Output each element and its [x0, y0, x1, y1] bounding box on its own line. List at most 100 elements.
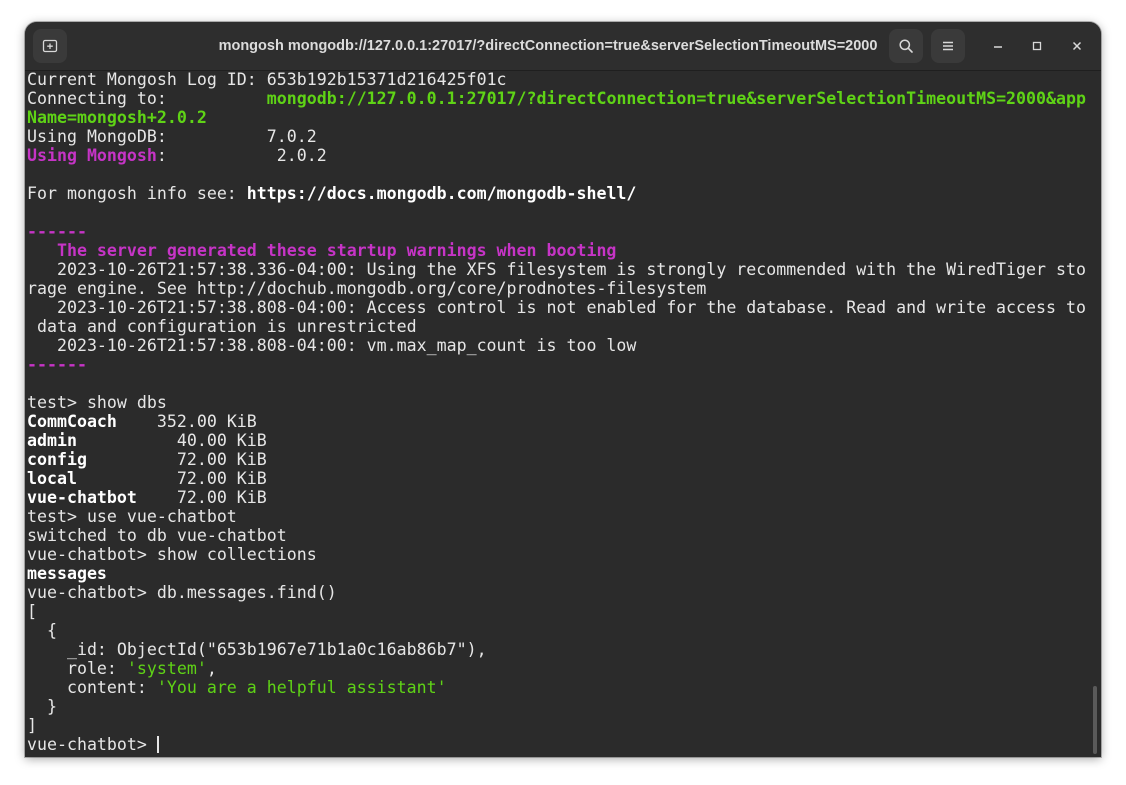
array-open: [ — [27, 602, 37, 621]
db-row: vue-chatbot 72.00 KiB — [27, 488, 1093, 507]
terminal-window: mongosh mongodb://127.0.0.1:27017/?direc… — [25, 22, 1101, 757]
info-link[interactable]: https://docs.mongodb.com/mongodb-shell/ — [247, 184, 637, 203]
mongosh-version-line: Using Mongosh: 2.0.2 — [27, 146, 1093, 165]
role-comma: , — [206, 659, 217, 678]
separator: ------ — [27, 355, 87, 374]
connection-url-continued: Name=mongosh+2.0.2 — [27, 108, 207, 127]
separator-top: ------ — [27, 222, 1093, 241]
mongodb-label: Using MongoDB: — [27, 127, 167, 146]
output-line: _id: ObjectId("653b1967e71b1a0c16ab86b7"… — [27, 640, 1093, 659]
command-line: test> use vue-chatbot — [27, 507, 1093, 526]
db-name: vue-chatbot — [27, 488, 137, 507]
search-button[interactable] — [889, 29, 923, 63]
command-line: test> show dbs — [27, 393, 1093, 412]
minimize-icon — [994, 46, 1002, 48]
info-text: For mongosh info see: — [27, 184, 247, 203]
db-name: local — [27, 469, 77, 488]
menu-button[interactable] — [931, 29, 965, 63]
maximize-icon — [1032, 41, 1042, 51]
new-tab-button[interactable] — [33, 29, 67, 63]
output-line: content: 'You are a helpful assistant' — [27, 678, 1093, 697]
close-button[interactable] — [1065, 34, 1089, 58]
output-line: ] — [27, 716, 1093, 735]
switched-db-message: switched to db vue-chatbot — [27, 526, 287, 545]
search-icon — [899, 39, 913, 53]
connecting-line-wrap: Name=mongosh+2.0.2 — [27, 108, 1093, 127]
db-row: config 72.00 KiB — [27, 450, 1093, 469]
db-name: admin — [27, 431, 77, 450]
log-id-label: Current Mongosh Log ID: — [27, 70, 257, 89]
role-value: 'system' — [126, 659, 207, 678]
array-close: ] — [27, 716, 37, 735]
prompt-line[interactable]: vue-chatbot> — [27, 735, 1093, 754]
warning-line: data and configuration is unrestricted — [27, 317, 1093, 336]
maximize-button[interactable] — [1025, 34, 1049, 58]
close-icon — [1072, 41, 1082, 51]
warning-line: 2023-10-26T21:57:38.336-04:00: Using the… — [27, 260, 1093, 279]
object-open: { — [27, 621, 57, 640]
warning-line: 2023-10-26T21:57:38.808-04:00: vm.max_ma… — [27, 336, 1093, 355]
terminal-output[interactable]: Current Mongosh Log ID: 653b192b15371d21… — [27, 70, 1093, 757]
content-value: 'You are a helpful assistant' — [156, 678, 447, 697]
db-row: CommCoach 352.00 KiB — [27, 412, 1093, 431]
db-size: 72.00 KiB — [76, 469, 267, 488]
title-bar: mongosh mongodb://127.0.0.1:27017/?direc… — [25, 22, 1101, 71]
mongodb-version-line: Using MongoDB: 7.0.2 — [27, 127, 1093, 146]
mongosh-label: Using Mongosh — [27, 146, 157, 165]
output-line: role: 'system', — [27, 659, 1093, 678]
warning-title: The server generated these startup warni… — [27, 241, 617, 260]
warning-xfs-continued: rage engine. See http://dochub.mongodb.o… — [27, 279, 707, 298]
log-id-value: 653b192b15371d216425f01c — [266, 70, 507, 89]
output-line: { — [27, 621, 1093, 640]
mongodb-version: 7.0.2 — [266, 127, 317, 146]
warning-xfs: 2023-10-26T21:57:38.336-04:00: Using the… — [27, 260, 1086, 279]
document-id: _id: ObjectId("653b1967e71b1a0c16ab86b7"… — [27, 640, 487, 659]
mongosh-version: 2.0.2 — [276, 146, 327, 165]
shell-prompt: vue-chatbot> — [27, 735, 157, 754]
find-command: vue-chatbot> db.messages.find() — [27, 583, 337, 602]
window-title: mongosh mongodb://127.0.0.1:27017/?direc… — [218, 38, 878, 54]
separator: ------ — [27, 222, 87, 241]
text-cursor — [156, 736, 159, 753]
output-line: } — [27, 697, 1093, 716]
db-size: 352.00 KiB — [116, 412, 257, 431]
warning-line: rage engine. See http://dochub.mongodb.o… — [27, 279, 1093, 298]
db-name: config — [27, 450, 87, 469]
collection-row: messages — [27, 564, 1093, 583]
hamburger-menu-icon — [943, 41, 953, 51]
warning-access-control: 2023-10-26T21:57:38.808-04:00: Access co… — [27, 298, 1086, 317]
output-line: [ — [27, 602, 1093, 621]
show-collections-command: vue-chatbot> show collections — [27, 545, 317, 564]
output-line: switched to db vue-chatbot — [27, 526, 1093, 545]
minimize-button[interactable] — [986, 34, 1010, 58]
log-id-line: Current Mongosh Log ID: 653b192b15371d21… — [27, 70, 1093, 89]
scrollbar[interactable] — [1093, 686, 1097, 754]
content-key: content: — [27, 678, 157, 697]
collection-name: messages — [27, 564, 107, 583]
warning-title-line: The server generated these startup warni… — [27, 241, 1093, 260]
info-line: For mongosh info see: https://docs.mongo… — [27, 184, 1093, 203]
show-dbs-command: test> show dbs — [27, 393, 167, 412]
connecting-label: Connecting to: — [27, 89, 167, 108]
warning-max-map-count: 2023-10-26T21:57:38.808-04:00: vm.max_ma… — [27, 336, 637, 355]
db-size: 40.00 KiB — [76, 431, 267, 450]
new-tab-icon — [42, 39, 58, 53]
object-close: } — [27, 697, 57, 716]
mongosh-colon: : — [156, 146, 167, 165]
role-key: role: — [27, 659, 127, 678]
command-line: vue-chatbot> show collections — [27, 545, 1093, 564]
db-row: admin 40.00 KiB — [27, 431, 1093, 450]
warning-access-control-continued: data and configuration is unrestricted — [27, 317, 417, 336]
db-row: local 72.00 KiB — [27, 469, 1093, 488]
warning-line: 2023-10-26T21:57:38.808-04:00: Access co… — [27, 298, 1093, 317]
command-line: vue-chatbot> db.messages.find() — [27, 583, 1093, 602]
db-size: 72.00 KiB — [136, 488, 267, 507]
connecting-line: Connecting to: mongodb://127.0.0.1:27017… — [27, 89, 1093, 108]
separator-bottom: ------ — [27, 355, 1093, 374]
use-db-command: test> use vue-chatbot — [27, 507, 237, 526]
db-name: CommCoach — [27, 412, 117, 431]
connection-url: mongodb://127.0.0.1:27017/?directConnect… — [266, 89, 1086, 108]
